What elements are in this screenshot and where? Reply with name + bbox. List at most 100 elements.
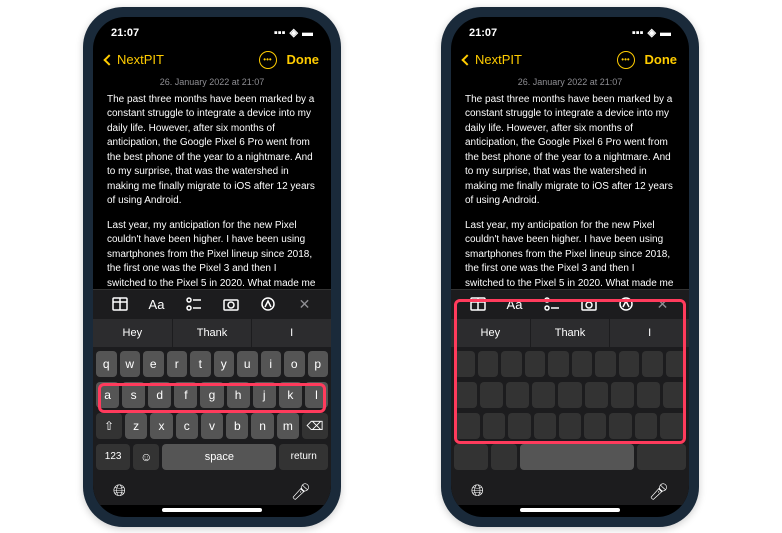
key-j[interactable]: j bbox=[253, 382, 276, 408]
camera-icon[interactable] bbox=[219, 292, 243, 316]
emoji-key[interactable]: ☺ bbox=[133, 444, 159, 470]
nav-bar: NextPIT ••• Done bbox=[451, 45, 689, 75]
suggestion[interactable]: Thank bbox=[173, 319, 253, 347]
key-a[interactable]: a bbox=[96, 382, 119, 408]
checklist-icon[interactable] bbox=[540, 292, 564, 316]
keyboard-trackpad[interactable] bbox=[451, 347, 689, 477]
suggestion[interactable]: Hey bbox=[451, 319, 531, 347]
note-paragraph: The past three months have been marked b… bbox=[107, 93, 317, 209]
key-row: q w e r t y u i o p bbox=[96, 351, 328, 377]
suggestion[interactable]: Hey bbox=[93, 319, 173, 347]
screen: 21:07 ▪▪▪ ◈ ▬ NextPIT ••• Done 26. Janua… bbox=[451, 17, 689, 517]
note-paragraph: Last year, my anticipation for the new P… bbox=[107, 219, 317, 289]
format-toolbar: Aa ✕ bbox=[451, 289, 689, 319]
more-button[interactable]: ••• bbox=[617, 51, 635, 69]
table-icon[interactable] bbox=[108, 292, 132, 316]
status-time: 21:07 bbox=[111, 27, 139, 39]
wifi-icon: ◈ bbox=[648, 26, 656, 39]
battery-icon: ▬ bbox=[660, 27, 671, 39]
key-u[interactable]: u bbox=[237, 351, 258, 377]
key-l[interactable]: l bbox=[305, 382, 328, 408]
globe-icon[interactable]: 🌐︎ bbox=[471, 483, 484, 501]
markup-icon[interactable] bbox=[614, 292, 638, 316]
text-format-button[interactable]: Aa bbox=[145, 292, 169, 316]
wifi-icon: ◈ bbox=[290, 26, 298, 39]
note-body[interactable]: The past three months have been marked b… bbox=[451, 89, 689, 289]
screen: 21:07 ▪▪▪ ◈ ▬ NextPIT ••• Done 26. Janua… bbox=[93, 17, 331, 517]
phone-left: 21:07 ▪▪▪ ◈ ▬ NextPIT ••• Done 26. Janua… bbox=[83, 7, 341, 527]
signal-icon: ▪▪▪ bbox=[274, 27, 286, 39]
key-f[interactable]: f bbox=[174, 382, 197, 408]
key-b[interactable]: b bbox=[226, 413, 248, 439]
key-g[interactable]: g bbox=[200, 382, 223, 408]
key-p[interactable]: p bbox=[308, 351, 329, 377]
keyboard: q w e r t y u i o p a s d f g h j k l bbox=[93, 347, 331, 477]
note-datetime: 26. January 2022 at 21:07 bbox=[451, 75, 689, 89]
back-button[interactable]: NextPIT bbox=[463, 52, 522, 67]
battery-icon: ▬ bbox=[302, 27, 313, 39]
mic-icon[interactable]: 🎤︎ bbox=[649, 482, 669, 502]
chevron-left-icon bbox=[103, 54, 114, 65]
done-button[interactable]: Done bbox=[645, 52, 678, 67]
key-w[interactable]: w bbox=[120, 351, 141, 377]
key-n[interactable]: n bbox=[251, 413, 273, 439]
key-d[interactable]: d bbox=[148, 382, 171, 408]
key-x[interactable]: x bbox=[150, 413, 172, 439]
suggestion[interactable]: Thank bbox=[531, 319, 611, 347]
number-key[interactable]: 123 bbox=[96, 444, 130, 470]
close-icon[interactable]: ✕ bbox=[651, 292, 675, 316]
key-row: a s d f g h j k l bbox=[96, 382, 328, 408]
note-datetime: 26. January 2022 at 21:07 bbox=[93, 75, 331, 89]
key-r[interactable]: r bbox=[167, 351, 188, 377]
markup-icon[interactable] bbox=[256, 292, 280, 316]
keyboard-bottom-bar: 🌐︎ 🎤︎ bbox=[451, 477, 689, 505]
key-q[interactable]: q bbox=[96, 351, 117, 377]
key-k[interactable]: k bbox=[279, 382, 302, 408]
done-button[interactable]: Done bbox=[287, 52, 320, 67]
phone-right: 21:07 ▪▪▪ ◈ ▬ NextPIT ••• Done 26. Janua… bbox=[441, 7, 699, 527]
key-e[interactable]: e bbox=[143, 351, 164, 377]
key-o[interactable]: o bbox=[284, 351, 305, 377]
key-h[interactable]: h bbox=[227, 382, 250, 408]
notch bbox=[157, 17, 267, 39]
format-toolbar: Aa ✕ bbox=[93, 289, 331, 319]
more-button[interactable]: ••• bbox=[259, 51, 277, 69]
shift-key[interactable]: ⇧ bbox=[96, 413, 122, 439]
return-key[interactable]: return bbox=[279, 444, 328, 470]
mic-icon[interactable]: 🎤︎ bbox=[291, 482, 311, 502]
signal-icon: ▪▪▪ bbox=[632, 27, 644, 39]
close-icon[interactable]: ✕ bbox=[293, 292, 317, 316]
space-key[interactable]: space bbox=[162, 444, 276, 470]
camera-icon[interactable] bbox=[577, 292, 601, 316]
key-c[interactable]: c bbox=[176, 413, 198, 439]
table-icon[interactable] bbox=[466, 292, 490, 316]
key-v[interactable]: v bbox=[201, 413, 223, 439]
suggestion[interactable]: I bbox=[610, 319, 689, 347]
text-format-button[interactable]: Aa bbox=[503, 292, 527, 316]
suggestion[interactable]: I bbox=[252, 319, 331, 347]
keyboard-suggestions: Hey Thank I bbox=[451, 319, 689, 347]
note-body[interactable]: The past three months have been marked b… bbox=[93, 89, 331, 289]
key-t[interactable]: t bbox=[190, 351, 211, 377]
key-z[interactable]: z bbox=[125, 413, 147, 439]
nav-bar: NextPIT ••• Done bbox=[93, 45, 331, 75]
home-indicator[interactable] bbox=[520, 508, 620, 512]
home-indicator[interactable] bbox=[162, 508, 262, 512]
notch bbox=[515, 17, 625, 39]
key-row: ⇧ z x c v b n m ⌫ bbox=[96, 413, 328, 439]
status-time: 21:07 bbox=[469, 27, 497, 39]
back-button[interactable]: NextPIT bbox=[105, 52, 164, 67]
delete-key[interactable]: ⌫ bbox=[302, 413, 328, 439]
key-row: 123 ☺ space return bbox=[96, 444, 328, 470]
keyboard-suggestions: Hey Thank I bbox=[93, 319, 331, 347]
key-m[interactable]: m bbox=[277, 413, 299, 439]
key-y[interactable]: y bbox=[214, 351, 235, 377]
checklist-icon[interactable] bbox=[182, 292, 206, 316]
key-s[interactable]: s bbox=[122, 382, 145, 408]
note-paragraph: Last year, my anticipation for the new P… bbox=[465, 219, 675, 289]
keyboard-bottom-bar: 🌐︎ 🎤︎ bbox=[93, 477, 331, 505]
note-paragraph: The past three months have been marked b… bbox=[465, 93, 675, 209]
globe-icon[interactable]: 🌐︎ bbox=[113, 483, 126, 501]
key-i[interactable]: i bbox=[261, 351, 282, 377]
chevron-left-icon bbox=[461, 54, 472, 65]
